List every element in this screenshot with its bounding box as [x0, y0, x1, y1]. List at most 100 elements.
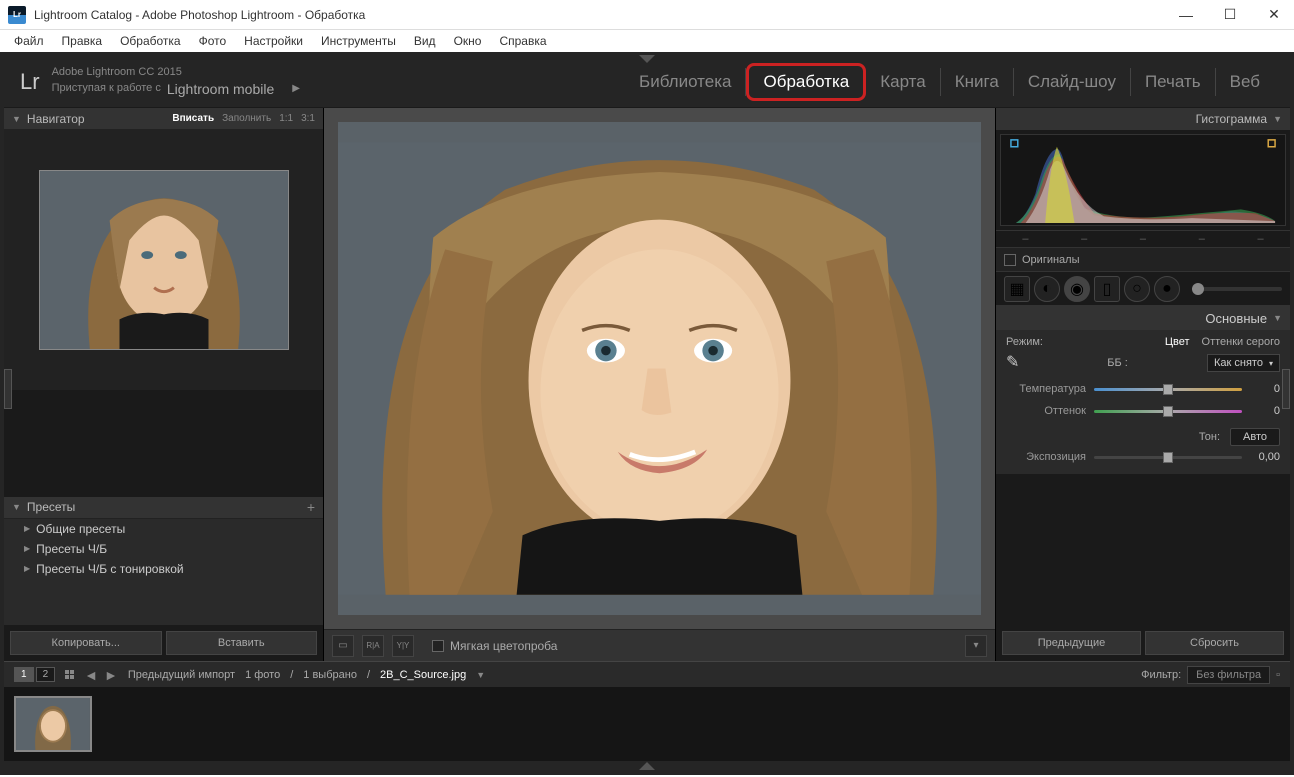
image-canvas[interactable]	[324, 108, 995, 629]
spot-tool-icon[interactable]: ◐	[1034, 276, 1060, 302]
menu-photo[interactable]: Фото	[191, 32, 235, 50]
module-develop[interactable]: Обработка	[746, 63, 866, 101]
module-library[interactable]: Библиотека	[625, 68, 746, 96]
tool-slider[interactable]	[1192, 287, 1282, 291]
preset-folder[interactable]: ▶Пресеты Ч/Б	[4, 539, 323, 559]
lightroom-logo: Lr	[20, 69, 40, 95]
temp-value[interactable]: 0	[1250, 383, 1280, 395]
basic-panel-title: Основные	[1205, 311, 1267, 326]
softproof-toggle[interactable]: Мягкая цветопроба	[432, 639, 557, 653]
nav-back-icon[interactable]: ◄	[84, 667, 98, 683]
menu-file[interactable]: Файл	[6, 32, 52, 50]
navigator-preview[interactable]	[4, 130, 323, 390]
chevron-down-icon: ▾	[1269, 359, 1273, 368]
filename: 2B_C_Source.jpg	[380, 669, 466, 681]
play-icon[interactable]: ▶	[292, 82, 300, 95]
display-2[interactable]: 2	[36, 667, 56, 682]
chevron-right-icon: ▶	[24, 564, 30, 573]
eyedropper-icon[interactable]: ✎	[1006, 352, 1028, 374]
zoom-fill[interactable]: Заполнить	[222, 113, 271, 124]
grid-icon[interactable]	[65, 670, 74, 679]
wb-label: ББ :	[1107, 357, 1128, 369]
display-1[interactable]: 1	[14, 667, 34, 682]
exposure-slider[interactable]	[1094, 456, 1242, 459]
reset-button[interactable]: Сбросить	[1145, 631, 1284, 655]
gradient-tool-icon[interactable]: ▯	[1094, 276, 1120, 302]
window-title: Lightroom Catalog - Adobe Photoshop Ligh…	[34, 8, 1174, 22]
module-slideshow[interactable]: Слайд-шоу	[1014, 68, 1131, 96]
nav-fwd-icon[interactable]: ►	[104, 667, 118, 683]
menu-develop[interactable]: Обработка	[112, 32, 189, 50]
compare-icon[interactable]: Y|Y	[392, 635, 414, 657]
tint-value[interactable]: 0	[1250, 405, 1280, 417]
version-text: Adobe Lightroom CC 2015	[52, 65, 300, 79]
radial-tool-icon[interactable]: ○	[1124, 276, 1150, 302]
module-web[interactable]: Веб	[1216, 68, 1274, 96]
exposure-value[interactable]: 0,00	[1250, 451, 1280, 463]
originals-label: Оригиналы	[1022, 254, 1080, 266]
module-print[interactable]: Печать	[1131, 68, 1216, 96]
bottom-toolbar: ▭ R|A Y|Y Мягкая цветопроба ▾	[324, 629, 995, 661]
chevron-right-icon: ▶	[24, 524, 30, 533]
auto-tone-button[interactable]: Авто	[1230, 428, 1280, 446]
treatment-gray[interactable]: Оттенки серого	[1202, 336, 1280, 348]
preset-folder[interactable]: ▶Пресеты Ч/Б с тонировкой	[4, 559, 323, 579]
temp-slider[interactable]	[1094, 388, 1242, 391]
brush-tool-icon[interactable]: ●	[1154, 276, 1180, 302]
maximize-button[interactable]: ☐	[1218, 3, 1242, 27]
zoom-fit[interactable]: Вписать	[172, 113, 214, 124]
presets-header[interactable]: ▼ Пресеты +	[4, 497, 323, 519]
main-image	[338, 122, 981, 615]
treatment-color[interactable]: Цвет	[1165, 336, 1190, 348]
zoom-1-1[interactable]: 1:1	[279, 113, 293, 124]
previous-button[interactable]: Предыдущие	[1002, 631, 1141, 655]
redeye-tool-icon[interactable]: ◉	[1064, 276, 1090, 302]
histogram-header[interactable]: Гистограмма ▼	[996, 108, 1290, 130]
mobile-label[interactable]: Lightroom mobile	[167, 80, 274, 98]
mobile-prefix: Приступая к работе с	[52, 81, 161, 95]
filter-lock-icon[interactable]: ▫	[1276, 669, 1280, 681]
toolbar-chevron-icon[interactable]: ▾	[965, 635, 987, 657]
zoom-3-1[interactable]: 3:1	[301, 113, 315, 124]
preset-folder[interactable]: ▶Общие пресеты	[4, 519, 323, 539]
filmstrip[interactable]	[4, 687, 1290, 761]
module-book[interactable]: Книга	[941, 68, 1014, 96]
collapse-filmstrip-icon[interactable]	[4, 761, 1290, 771]
originals-row[interactable]: Оригиналы	[996, 248, 1290, 272]
histogram-display[interactable]	[996, 130, 1290, 230]
navigator-header[interactable]: ▼ Навигатор Вписать Заполнить 1:1 3:1	[4, 108, 323, 130]
center-panel: ▭ R|A Y|Y Мягкая цветопроба ▾	[324, 108, 995, 661]
copy-button[interactable]: Копировать...	[10, 631, 162, 655]
menu-view[interactable]: Вид	[406, 32, 444, 50]
menu-edit[interactable]: Правка	[54, 32, 111, 50]
menu-help[interactable]: Справка	[491, 32, 554, 50]
crop-tool-icon[interactable]: ▦	[1004, 276, 1030, 302]
basic-panel-header[interactable]: Основные ▼	[996, 306, 1290, 330]
right-grip[interactable]	[1282, 369, 1290, 409]
histogram-title: Гистограмма	[1196, 112, 1267, 126]
chevron-down-icon[interactable]: ▼	[476, 670, 485, 680]
loupe-view-icon[interactable]: ▭	[332, 635, 354, 657]
paste-button[interactable]: Вставить	[166, 631, 318, 655]
menu-tools[interactable]: Инструменты	[313, 32, 404, 50]
preview-image	[40, 171, 288, 349]
tint-slider[interactable]	[1094, 410, 1242, 413]
thumbnail[interactable]	[14, 696, 92, 752]
filter-dropdown[interactable]: Без фильтра	[1187, 666, 1270, 684]
minimize-button[interactable]: —	[1174, 3, 1198, 27]
navigator-title: Навигатор	[27, 112, 85, 126]
chevron-down-icon: ▼	[1273, 313, 1282, 323]
photo-count: 1 фото	[245, 669, 280, 681]
left-grip[interactable]	[4, 369, 12, 409]
wb-dropdown[interactable]: Как снято ▾	[1207, 354, 1280, 372]
menu-window[interactable]: Окно	[446, 32, 490, 50]
before-after-icon[interactable]: R|A	[362, 635, 384, 657]
chevron-right-icon: ▶	[24, 544, 30, 553]
close-button[interactable]: ✕	[1262, 3, 1286, 27]
exposure-label: Экспозиция	[1006, 451, 1086, 463]
add-preset-icon[interactable]: +	[307, 499, 315, 515]
basic-panel-body: Режим: Цвет Оттенки серого ✎ ББ : Как сн…	[996, 330, 1290, 474]
menu-settings[interactable]: Настройки	[236, 32, 311, 50]
source-label[interactable]: Предыдущий импорт	[128, 669, 235, 681]
module-map[interactable]: Карта	[866, 68, 941, 96]
